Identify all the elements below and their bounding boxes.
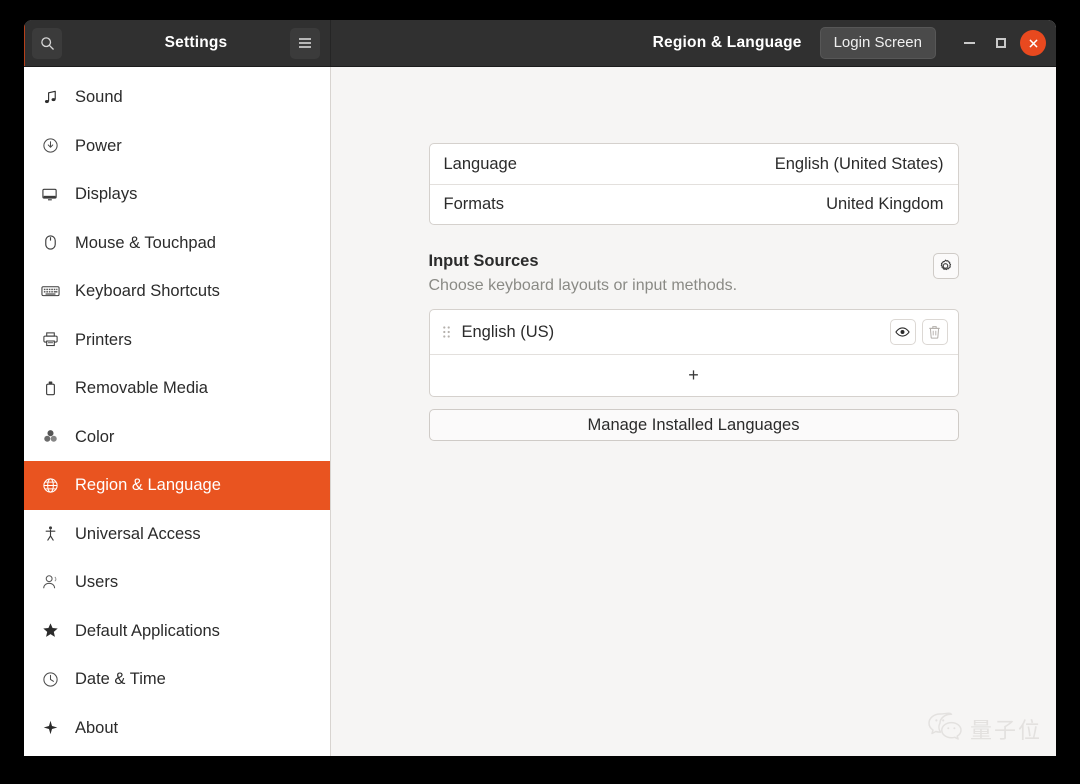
add-input-source-button[interactable]: + <box>430 354 958 396</box>
login-screen-button[interactable]: Login Screen <box>820 27 936 59</box>
formats-value: United Kingdom <box>826 195 943 214</box>
sidebar: Sound Power <box>24 67 331 756</box>
language-label: Language <box>444 155 517 174</box>
gear-icon[interactable] <box>933 253 959 279</box>
sidebar-item-label: Sound <box>75 89 123 106</box>
sidebar-item-label: Users <box>75 574 118 591</box>
hamburger-menu-icon[interactable] <box>290 28 320 59</box>
content-area: Language English (United States) Formats… <box>331 67 1056 756</box>
locale-card: Language English (United States) Formats… <box>429 143 959 225</box>
input-sources-title: Input Sources <box>429 251 738 272</box>
maximize-icon <box>996 38 1006 48</box>
accessibility-icon <box>38 525 62 542</box>
window-body: Sound Power <box>24 67 1056 756</box>
power-icon <box>38 137 62 154</box>
wechat-icon <box>927 711 963 746</box>
sidebar-item-default-applications[interactable]: Default Applications <box>24 607 330 656</box>
settings-window: Settings Region & Language Login Screen <box>24 20 1056 756</box>
clock-icon <box>38 671 62 688</box>
sidebar-item-label: Printers <box>75 332 132 349</box>
region-language-panel: Language English (United States) Formats… <box>429 67 959 441</box>
formats-row[interactable]: Formats United Kingdom <box>430 184 958 224</box>
sidebar-item-universal-access[interactable]: Universal Access <box>24 510 330 559</box>
keyboard-icon <box>38 284 62 298</box>
sidebar-item-sound[interactable]: Sound <box>24 73 330 122</box>
sidebar-item-region-language[interactable]: Region & Language <box>24 461 330 510</box>
input-sources-header: Input Sources Choose keyboard layouts or… <box>429 251 959 297</box>
sidebar-item-mouse-touchpad[interactable]: Mouse & Touchpad <box>24 219 330 268</box>
window-controls <box>956 30 1046 56</box>
input-sources-subtitle: Choose keyboard layouts or input methods… <box>429 276 738 297</box>
maximize-button[interactable] <box>988 30 1014 56</box>
trash-icon[interactable] <box>922 319 948 345</box>
sidebar-item-label: Power <box>75 138 122 155</box>
sidebar-item-label: About <box>75 720 118 737</box>
removable-media-icon <box>38 380 62 397</box>
close-icon <box>1028 38 1039 49</box>
titlebar: Settings Region & Language Login Screen <box>24 20 1056 67</box>
sidebar-item-label: Keyboard Shortcuts <box>75 283 220 300</box>
input-sources-card: English (US) <box>429 309 959 397</box>
sidebar-item-label: Displays <box>75 186 137 203</box>
star-icon <box>38 622 62 639</box>
sidebar-item-printers[interactable]: Printers <box>24 316 330 365</box>
input-source-row[interactable]: English (US) <box>430 310 958 354</box>
sidebar-item-power[interactable]: Power <box>24 122 330 171</box>
sidebar-item-date-time[interactable]: Date & Time <box>24 655 330 704</box>
eye-icon[interactable] <box>890 319 916 345</box>
watermark-text: 量子位 <box>970 713 1042 745</box>
printer-icon <box>38 331 62 348</box>
display-icon <box>38 186 62 203</box>
search-icon[interactable] <box>32 28 62 59</box>
sidebar-item-keyboard-shortcuts[interactable]: Keyboard Shortcuts <box>24 267 330 316</box>
titlebar-sidebar-section: Settings <box>24 20 331 66</box>
sparkle-icon <box>38 719 62 736</box>
input-sources-heading-text: Input Sources Choose keyboard layouts or… <box>429 251 738 297</box>
sound-icon <box>38 89 62 106</box>
page-title: Region & Language <box>653 34 802 52</box>
drag-handle-icon[interactable] <box>442 326 452 338</box>
color-icon <box>38 428 62 445</box>
manage-installed-languages-button[interactable]: Manage Installed Languages <box>429 409 959 441</box>
sidebar-item-label: Default Applications <box>75 623 220 640</box>
titlebar-content-section: Region & Language Login Screen <box>331 20 1056 66</box>
sidebar-item-label: Color <box>75 429 114 446</box>
sidebar-item-about[interactable]: About <box>24 704 330 753</box>
language-value: English (United States) <box>775 155 944 174</box>
formats-label: Formats <box>444 195 505 214</box>
sidebar-item-label: Universal Access <box>75 526 201 543</box>
sidebar-item-label: Removable Media <box>75 380 208 397</box>
minimize-button[interactable] <box>956 30 982 56</box>
sidebar-item-users[interactable]: Users <box>24 558 330 607</box>
sidebar-item-displays[interactable]: Displays <box>24 170 330 219</box>
sidebar-item-label: Date & Time <box>75 671 166 688</box>
language-row[interactable]: Language English (United States) <box>430 144 958 184</box>
users-icon <box>38 574 62 590</box>
sidebar-item-removable-media[interactable]: Removable Media <box>24 364 330 413</box>
mouse-icon <box>38 234 62 251</box>
minimize-icon <box>964 42 975 44</box>
watermark: 量子位 <box>927 711 1042 746</box>
input-source-name: English (US) <box>462 323 884 342</box>
sidebar-item-label: Region & Language <box>75 477 221 494</box>
sidebar-item-color[interactable]: Color <box>24 413 330 462</box>
close-button[interactable] <box>1020 30 1046 56</box>
sidebar-item-label: Mouse & Touchpad <box>75 235 216 252</box>
globe-icon <box>38 477 62 494</box>
